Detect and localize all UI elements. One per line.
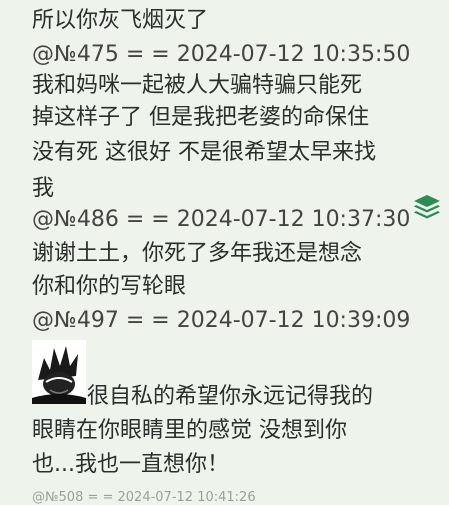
comment-text-line: 没有死 这很好 不是很希望太早来找: [32, 140, 376, 165]
layers-icon: [414, 195, 440, 219]
comment-header[interactable]: @№486 = = 2024-07-12 10:37:30: [32, 205, 410, 234]
comment-thread: 所以你灰飞烟灭了 @№475 = = 2024-07-12 10:35:50 我…: [0, 0, 449, 505]
comment-text-line: 谢谢土土，你死了多年我还是想念: [32, 241, 363, 266]
layers-button[interactable]: [410, 190, 444, 224]
comment-text-line: 我和妈咪一起被人大骗特骗只能死: [32, 73, 363, 98]
comment-text-line: 所以你灰飞烟灭了: [32, 8, 209, 33]
comment-header-partial[interactable]: @№508 = = 2024-07-12 10:41:26: [32, 490, 256, 505]
comment-text-line: 很自私的希望你永远记得我的: [87, 384, 374, 409]
comment-text-line: 掉这样子了 但是我把老婆的命保住: [32, 105, 369, 130]
comment-header[interactable]: @№497 = = 2024-07-12 10:39:09: [32, 306, 410, 335]
comment-text-line: 也...我也一直想你！: [32, 452, 229, 477]
avatar-sketch-icon: [32, 340, 86, 404]
avatar-image[interactable]: [32, 340, 86, 404]
comment-text-line: 你和你的写轮眼: [32, 274, 187, 299]
comment-header[interactable]: @№475 = = 2024-07-12 10:35:50: [32, 40, 410, 69]
comment-text-line: 我: [32, 176, 55, 201]
comment-text-line: 眼睛在你眼睛里的感觉 没想到你: [32, 418, 347, 443]
